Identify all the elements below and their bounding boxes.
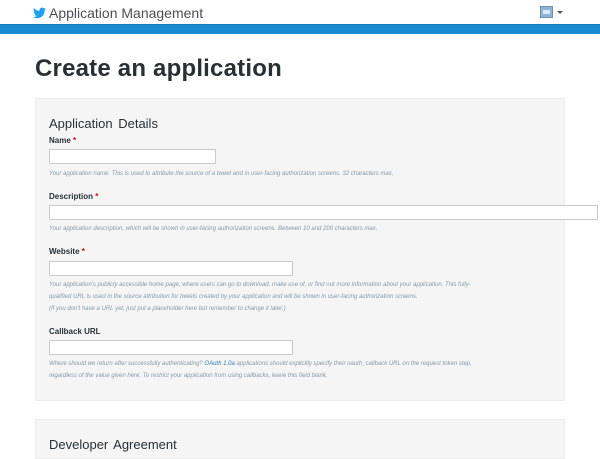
website-help-line-3: (If you don't have a URL yet, just put a… — [49, 306, 286, 312]
top-navbar: Application Management — [0, 0, 600, 24]
website-input[interactable] — [49, 261, 293, 276]
callback-url-label-text: Callback URL — [49, 327, 101, 336]
twitter-bird-icon — [33, 7, 46, 19]
required-marker: * — [95, 192, 99, 201]
callback-help-line-2: regardless of the value given here. To r… — [49, 373, 328, 379]
description-input[interactable] — [49, 205, 598, 220]
name-input[interactable] — [49, 149, 216, 164]
section-title-details: Application Details — [49, 116, 158, 131]
name-label-text: Name — [49, 136, 71, 145]
user-menu-toggle[interactable] — [540, 5, 563, 19]
oauth-link[interactable]: OAuth 1.0a — [204, 361, 234, 367]
description-help-text: Your application description, which will… — [49, 226, 378, 232]
application-details-panel: Application Details Name * Your applicat… — [35, 98, 598, 401]
required-marker: * — [73, 136, 77, 145]
header-accent-bar — [0, 24, 600, 34]
developer-agreement-panel: Developer Agreement — [35, 419, 565, 459]
caret-down-icon[interactable] — [557, 10, 563, 14]
description-label-text: Description — [49, 192, 94, 201]
page-title: Create an application — [35, 55, 282, 82]
required-marker: * — [81, 247, 85, 256]
callback-help-post: applications should explicitly specify t… — [236, 361, 472, 367]
website-label: Website * — [49, 247, 85, 256]
name-label: Name * — [49, 136, 76, 145]
website-help-line-1: Your application's publicly accessible h… — [49, 282, 471, 288]
website-label-text: Website — [49, 247, 80, 256]
name-help-text: Your application name. This is used to a… — [49, 171, 394, 177]
app-home-link[interactable]: Application Management — [33, 4, 203, 21]
app-title: Application Management — [49, 4, 204, 21]
callback-help-line-1: Where should we return after successfull… — [49, 359, 472, 369]
callback-help-pre: Where should we return after successfull… — [49, 361, 203, 367]
callback-url-label: Callback URL — [49, 327, 101, 336]
description-label: Description * — [49, 192, 98, 201]
website-help-line-2: qualified URL is used in the source attr… — [49, 294, 418, 300]
user-avatar-icon[interactable] — [540, 6, 553, 18]
callback-url-input[interactable] — [49, 340, 293, 355]
